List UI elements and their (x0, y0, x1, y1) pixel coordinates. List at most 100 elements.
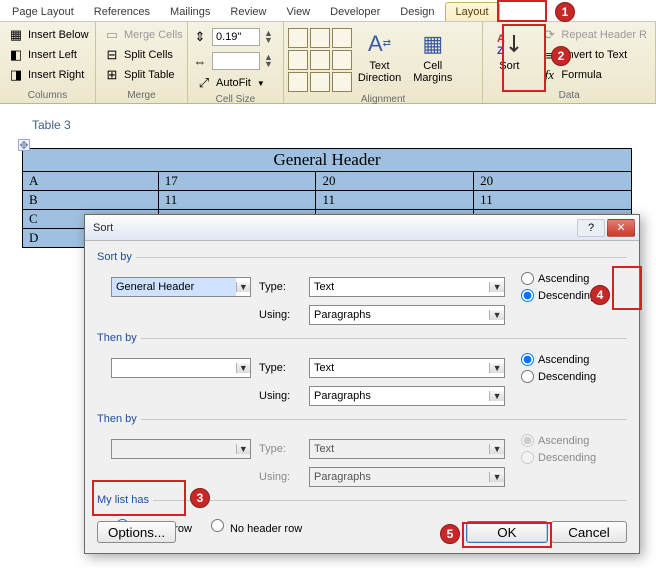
sort-by-field-combo[interactable]: ▼ (111, 277, 251, 297)
sort-by-type-input[interactable] (310, 278, 489, 296)
type-label: Type: (259, 281, 301, 293)
row-height-spinner[interactable]: ⇕ ▲▼ (192, 28, 279, 46)
tab-mailings[interactable]: Mailings (160, 3, 220, 21)
chevron-down-icon[interactable]: ▼ (489, 363, 504, 373)
tab-layout[interactable]: Layout (445, 2, 500, 21)
sort-by-using-combo[interactable]: ▼ (309, 305, 505, 325)
options-button[interactable]: Options... (97, 521, 176, 543)
autofit-button[interactable]: ⤢ AutoFit ▼ (192, 74, 279, 92)
then-by-using-input[interactable] (310, 387, 489, 405)
chevron-down-icon[interactable]: ▼ (489, 310, 504, 320)
formula-button[interactable]: fx Formula (537, 66, 651, 84)
tab-view[interactable]: View (276, 3, 320, 21)
then-by2-order-radios: Ascending Descending (521, 434, 596, 464)
then-by-field-input[interactable] (112, 359, 236, 377)
align-br[interactable] (332, 72, 352, 92)
tab-page-layout[interactable]: Page Layout (2, 3, 84, 21)
align-mr[interactable] (332, 50, 352, 70)
tab-references[interactable]: References (84, 3, 160, 21)
col-width-input[interactable] (212, 52, 260, 70)
sort-by-using-input[interactable] (310, 306, 489, 324)
then-by-type-input[interactable] (310, 359, 489, 377)
cancel-button[interactable]: Cancel (551, 521, 627, 543)
chevron-down-icon[interactable]: ▼ (489, 391, 504, 401)
repeat-header-button[interactable]: ⟳ Repeat Header R (537, 26, 651, 44)
align-tc[interactable] (310, 28, 330, 48)
table-header[interactable]: General Header (23, 148, 632, 171)
tab-developer[interactable]: Developer (320, 3, 390, 21)
sort-by-type-combo[interactable]: ▼ (309, 277, 505, 297)
sort-by-section: Sort by ▼ Type: ▼ Ascending Descending (97, 251, 627, 328)
split-table-button[interactable]: ⊞ Split Table (100, 66, 187, 84)
spinner-buttons[interactable]: ▲▼ (264, 30, 273, 44)
sort-by-field-input[interactable] (112, 278, 236, 296)
align-tr[interactable] (332, 28, 352, 48)
ok-button[interactable]: OK (466, 521, 548, 543)
insert-right-button[interactable]: ◨ Insert Right (4, 66, 93, 84)
sort-icon: AZ (493, 28, 525, 60)
align-ml[interactable] (288, 50, 308, 70)
then-by2-field-combo: ▼ (111, 439, 251, 459)
cell[interactable]: 20 (316, 171, 474, 190)
merge-cells-icon: ▭ (104, 27, 120, 43)
ascending-radio[interactable]: Ascending (521, 272, 596, 285)
cell[interactable]: 20 (474, 171, 632, 190)
then-by2-using-input (310, 468, 489, 486)
merge-cells-button[interactable]: ▭ Merge Cells (100, 26, 187, 44)
text-direction-button[interactable]: A⇄ Text Direction (352, 24, 407, 92)
descending-radio[interactable]: Descending (521, 289, 596, 302)
ascending-radio-2[interactable]: Ascending (521, 353, 596, 366)
row-height-icon: ⇕ (192, 29, 208, 45)
then-by-using-combo[interactable]: ▼ (309, 386, 505, 406)
cell[interactable]: 11 (158, 190, 316, 209)
table-move-handle[interactable]: ✥ (18, 139, 30, 151)
align-mc[interactable] (310, 50, 330, 70)
cell-margins-button[interactable]: ▦ Cell Margins (407, 24, 458, 92)
then-by2-using-combo: ▼ (309, 467, 505, 487)
sort-by-legend: Sort by (97, 251, 136, 263)
group-data: AZ Sort ⟳ Repeat Header R ≡ onvert to Te… (483, 22, 656, 103)
alignment-grid[interactable] (288, 24, 352, 92)
col-width-spinner[interactable]: ⇔ ▲▼ (192, 52, 279, 70)
split-table-label: Split Table (124, 69, 175, 81)
align-tl[interactable] (288, 28, 308, 48)
then-by2-field-input (112, 440, 236, 458)
merge-cells-label: Merge Cells (124, 29, 183, 41)
then-by-type-combo[interactable]: ▼ (309, 358, 505, 378)
formula-icon: fx (541, 67, 557, 83)
spinner-buttons-2[interactable]: ▲▼ (264, 54, 273, 68)
align-bc[interactable] (310, 72, 330, 92)
close-button[interactable]: ✕ (607, 219, 635, 237)
cell[interactable]: 11 (316, 190, 474, 209)
cell[interactable]: 11 (474, 190, 632, 209)
col-width-icon: ⇔ (192, 53, 208, 69)
insert-below-button[interactable]: ▦ Insert Below (4, 26, 93, 44)
chevron-down-icon[interactable]: ▼ (489, 282, 504, 292)
insert-below-icon: ▦ (8, 27, 24, 43)
callout-4: 4 (590, 285, 610, 305)
split-cells-label: Split Cells (124, 49, 173, 61)
sort-button[interactable]: AZ Sort (487, 24, 531, 88)
chevron-down-icon[interactable]: ▼ (236, 363, 250, 373)
sort-label: Sort (499, 60, 519, 72)
cell[interactable]: A (23, 171, 159, 190)
then-by-field-combo[interactable]: ▼ (111, 358, 251, 378)
row-height-input[interactable] (212, 28, 260, 46)
cell-margins-label: Cell Margins (413, 60, 452, 84)
help-button[interactable]: ? (577, 219, 605, 237)
cell[interactable]: 17 (158, 171, 316, 190)
tab-design[interactable]: Design (390, 3, 444, 21)
repeat-header-icon: ⟳ (541, 27, 557, 43)
insert-below-label: Insert Below (28, 29, 89, 41)
table-caption: Table 3 (32, 118, 656, 132)
chevron-down-icon[interactable]: ▼ (236, 282, 250, 292)
text-direction-label: Text Direction (358, 60, 401, 84)
dialog-body: Sort by ▼ Type: ▼ Ascending Descending (85, 241, 639, 543)
tab-review[interactable]: Review (220, 3, 276, 21)
split-cells-button[interactable]: ⊟ Split Cells (100, 46, 187, 64)
align-bl[interactable] (288, 72, 308, 92)
descending-radio-2[interactable]: Descending (521, 370, 596, 383)
dialog-titlebar[interactable]: Sort ? ✕ (85, 215, 639, 241)
cell[interactable]: B (23, 190, 159, 209)
insert-left-button[interactable]: ◧ Insert Left (4, 46, 93, 64)
